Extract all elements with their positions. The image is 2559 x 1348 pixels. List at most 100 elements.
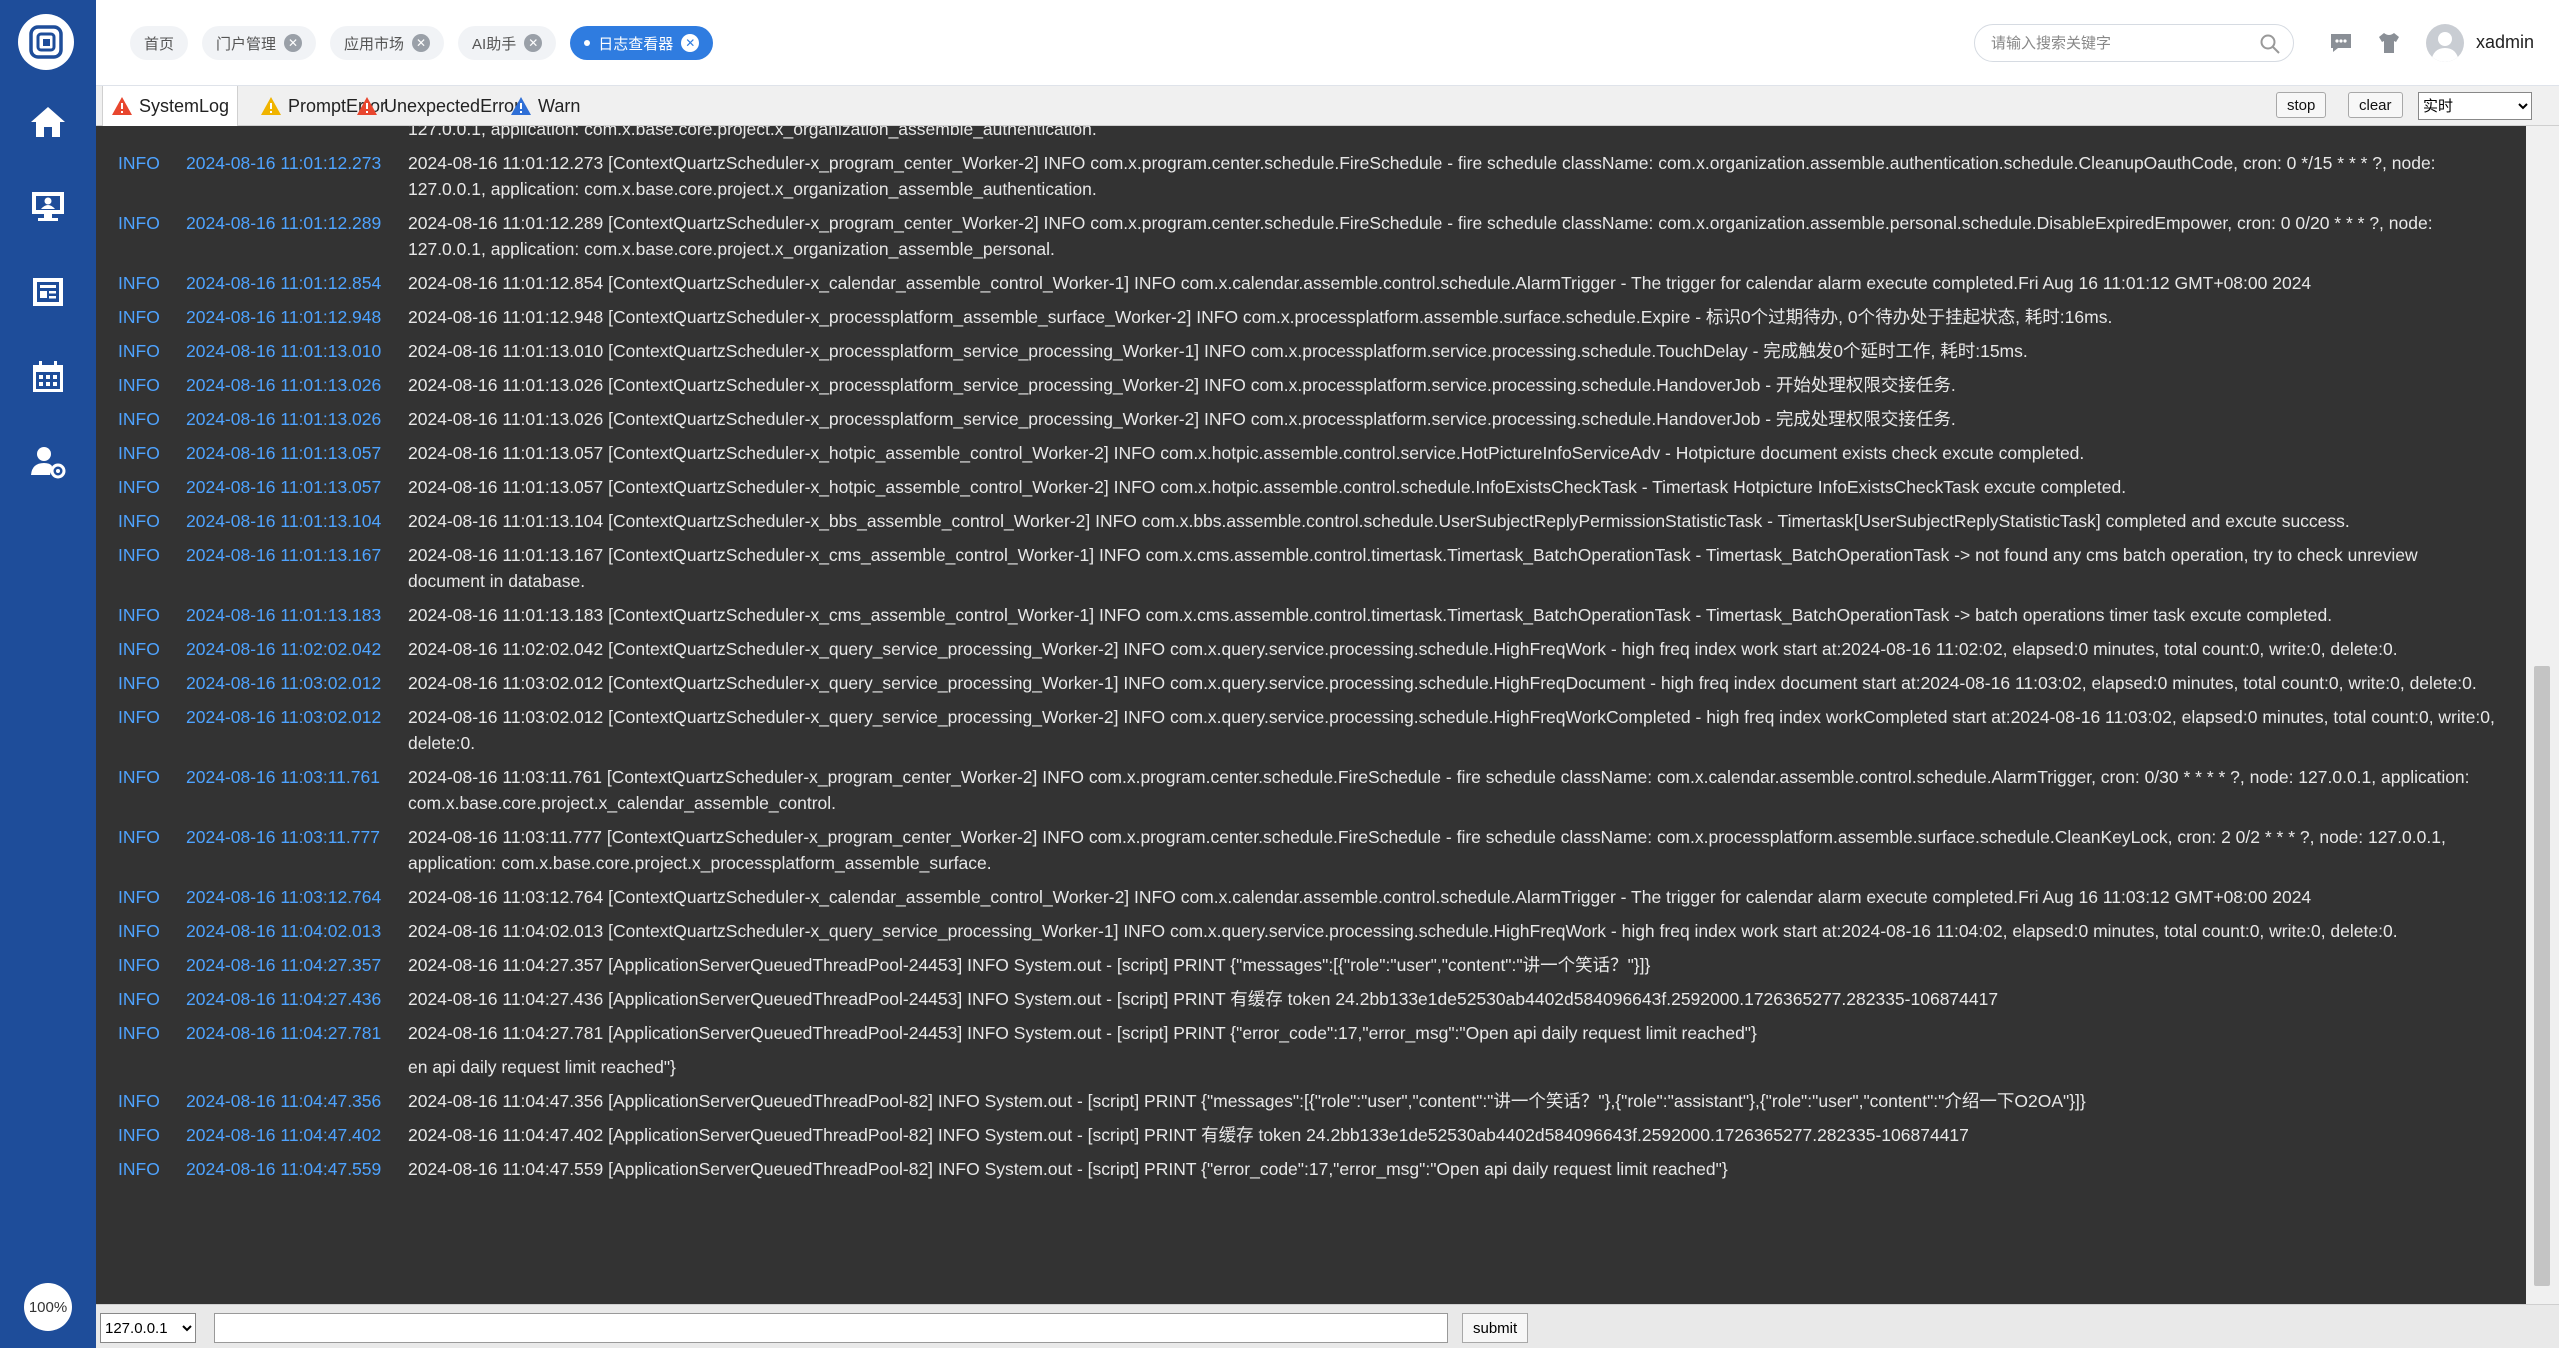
host-select[interactable]: 127.0.0.1 <box>100 1313 196 1343</box>
log-row: INFO 2024-08-16 11:04:47.559 2024-08-16 11… <box>96 1152 2526 1186</box>
scrollbar-thumb[interactable] <box>2534 666 2550 1286</box>
log-time: 2024-08-16 11:02:02.042 <box>186 639 382 659</box>
log-time: 2024-08-16 11:01:13.104 <box>186 511 382 531</box>
log-time: 2024-08-16 11:01:12.854 <box>186 273 382 293</box>
log-row: INFO 2024-08-16 11:03:02.012 2024-08-16 11… <box>96 666 2526 700</box>
log-row: INFO 2024-08-16 11:04:02.013 2024-08-16 11… <box>96 914 2526 948</box>
shirt-icon[interactable] <box>2376 30 2402 56</box>
log-level: INFO <box>118 1023 160 1043</box>
log-row: INFO 2024-08-16 11:01:13.057 2024-08-16 11… <box>96 436 2526 470</box>
log-row: INFO 2024-08-16 11:03:02.012 2024-08-16 11… <box>96 700 2526 760</box>
log-level: INFO <box>118 989 160 1009</box>
app-logo[interactable] <box>18 14 74 70</box>
log-time: 2024-08-16 11:03:12.764 <box>186 887 382 907</box>
log-time: 2024-08-16 11:01:13.057 <box>186 443 382 463</box>
log-time <box>178 126 408 142</box>
log-message: 2024-08-16 11:04:47.559 [ApplicationServ… <box>408 1159 1728 1179</box>
log-row: INFO 2024-08-16 11:01:13.104 2024-08-16 11… <box>96 504 2526 538</box>
message-icon[interactable] <box>2328 30 2354 56</box>
log-time: 2024-08-16 11:03:11.777 <box>186 827 380 847</box>
log-row: INFO 2024-08-16 11:01:13.183 2024-08-16 11… <box>96 598 2526 632</box>
sidebar-item-calendar[interactable] <box>0 342 96 412</box>
sidebar-item-news[interactable] <box>0 257 96 327</box>
user-settings-icon <box>31 447 66 479</box>
log-message: 2024-08-16 11:04:27.436 [ApplicationServ… <box>408 989 1999 1009</box>
calendar-icon <box>33 361 63 392</box>
log-message: 2024-08-16 11:01:13.104 [ContextQuartzSc… <box>408 511 2350 531</box>
close-icon[interactable]: ✕ <box>524 34 543 52</box>
close-icon[interactable]: ✕ <box>412 34 431 52</box>
log-level: INFO <box>118 1159 160 1179</box>
avatar[interactable] <box>2426 24 2464 62</box>
log-level: INFO <box>118 477 160 497</box>
log-time <box>178 1054 408 1080</box>
tab-label: 首页 <box>144 35 175 53</box>
log-level: INFO <box>118 273 160 293</box>
warning-red-icon <box>357 97 377 115</box>
log-tab-label: SystemLog <box>139 95 230 116</box>
log-viewer[interactable]: 127.0.0.1, application: com.x.base.core.… <box>96 126 2526 1304</box>
sidebar-item-user-settings[interactable] <box>0 427 96 497</box>
log-message: 2024-08-16 11:03:02.012 [ContextQuartzSc… <box>408 673 2477 693</box>
log-row: INFO 2024-08-16 11:01:12.948 2024-08-16 11… <box>96 300 2526 334</box>
user-avatar-icon <box>2431 32 2459 62</box>
command-input[interactable] <box>214 1313 1448 1343</box>
tab-4[interactable]: 日志查看器 ✕ <box>570 26 714 60</box>
username[interactable]: xadmin <box>2476 32 2534 53</box>
log-time: 2024-08-16 11:04:47.356 <box>186 1091 382 1111</box>
tab-2[interactable]: 应用市场 ✕ <box>330 26 445 60</box>
log-row: INFO 2024-08-16 11:03:12.764 2024-08-16 11… <box>96 880 2526 914</box>
log-time: 2024-08-16 11:01:12.289 <box>186 213 382 233</box>
log-time: 2024-08-16 11:01:13.010 <box>186 341 382 361</box>
sidebar-item-user-screen[interactable] <box>0 172 96 242</box>
submit-button[interactable]: submit <box>1462 1313 1529 1343</box>
log-time: 2024-08-16 11:01:13.057 <box>186 477 382 497</box>
mode-select[interactable]: 实时 <box>2418 92 2532 120</box>
logo-icon <box>29 25 63 59</box>
log-message: 2024-08-16 11:01:12.273 [ContextQuartzSc… <box>408 153 2436 199</box>
log-message: 2024-08-16 11:03:11.777 [ContextQuartzSc… <box>408 827 2446 873</box>
zoom-level[interactable]: 100% <box>24 1283 72 1331</box>
log-level: INFO <box>118 307 160 327</box>
log-level: INFO <box>118 409 160 429</box>
log-scrollbar[interactable] <box>2526 126 2559 1304</box>
tab-label: 门户管理 <box>216 35 277 53</box>
search-input[interactable] <box>1991 25 2251 61</box>
log-time: 2024-08-16 11:04:27.436 <box>186 989 382 1009</box>
log-row: INFO 2024-08-16 11:04:27.357 2024-08-16 11… <box>96 948 2526 982</box>
top-bar: 首页 门户管理 ✕ 应用市场 ✕ AI助手 ✕ 日志查看器 ✕ xadmin <box>96 0 2559 86</box>
tab-0[interactable]: 首页 <box>130 26 189 60</box>
sidebar-item-home[interactable] <box>0 87 96 157</box>
log-row: INFO 2024-08-16 11:04:27.436 2024-08-16 11… <box>96 982 2526 1016</box>
log-row: INFO 2024-08-16 11:01:13.010 2024-08-16 11… <box>96 334 2526 368</box>
log-message: 2024-08-16 11:03:02.012 [ContextQuartzSc… <box>408 707 2495 753</box>
log-tab-3[interactable]: Warn <box>502 86 588 126</box>
log-message: 2024-08-16 11:04:27.357 [ApplicationServ… <box>408 955 1651 975</box>
close-icon[interactable]: ✕ <box>284 34 303 52</box>
tab-3[interactable]: AI助手 ✕ <box>458 26 557 60</box>
log-row: INFO 2024-08-16 11:01:13.026 2024-08-16 11… <box>96 368 2526 402</box>
log-message: 2024-08-16 11:01:12.948 [ContextQuartzSc… <box>408 307 2113 327</box>
clear-button[interactable]: clear <box>2348 92 2403 118</box>
log-message: 2024-08-16 11:01:12.854 [ContextQuartzSc… <box>408 273 2312 293</box>
log-level: INFO <box>118 545 160 565</box>
log-time: 2024-08-16 11:01:13.167 <box>186 545 382 565</box>
log-row: en api daily request limit reached"} <box>96 1050 2526 1084</box>
log-message: 2024-08-16 11:01:12.289 [ContextQuartzSc… <box>408 213 2433 259</box>
command-bar: 127.0.0.1 submit <box>96 1304 2559 1348</box>
log-row: INFO 2024-08-16 11:01:13.026 2024-08-16 11… <box>96 402 2526 436</box>
log-level: INFO <box>118 213 160 233</box>
search-icon[interactable] <box>2259 33 2281 55</box>
log-message: 2024-08-16 11:03:11.761 [ContextQuartzSc… <box>408 767 2470 813</box>
log-level <box>96 126 178 142</box>
log-level: INFO <box>118 639 160 659</box>
log-tab-0[interactable]: SystemLog <box>102 86 239 126</box>
tab-1[interactable]: 门户管理 ✕ <box>202 26 317 60</box>
news-icon <box>33 278 63 306</box>
stop-button[interactable]: stop <box>2276 92 2327 118</box>
log-message: 2024-08-16 11:01:13.010 [ContextQuartzSc… <box>408 341 2028 361</box>
close-icon[interactable]: ✕ <box>681 34 700 52</box>
log-level: INFO <box>118 375 160 395</box>
log-row-partial: 127.0.0.1, application: com.x.base.core.… <box>96 126 2526 146</box>
log-message: 2024-08-16 11:04:27.781 [ApplicationServ… <box>408 1023 1757 1043</box>
